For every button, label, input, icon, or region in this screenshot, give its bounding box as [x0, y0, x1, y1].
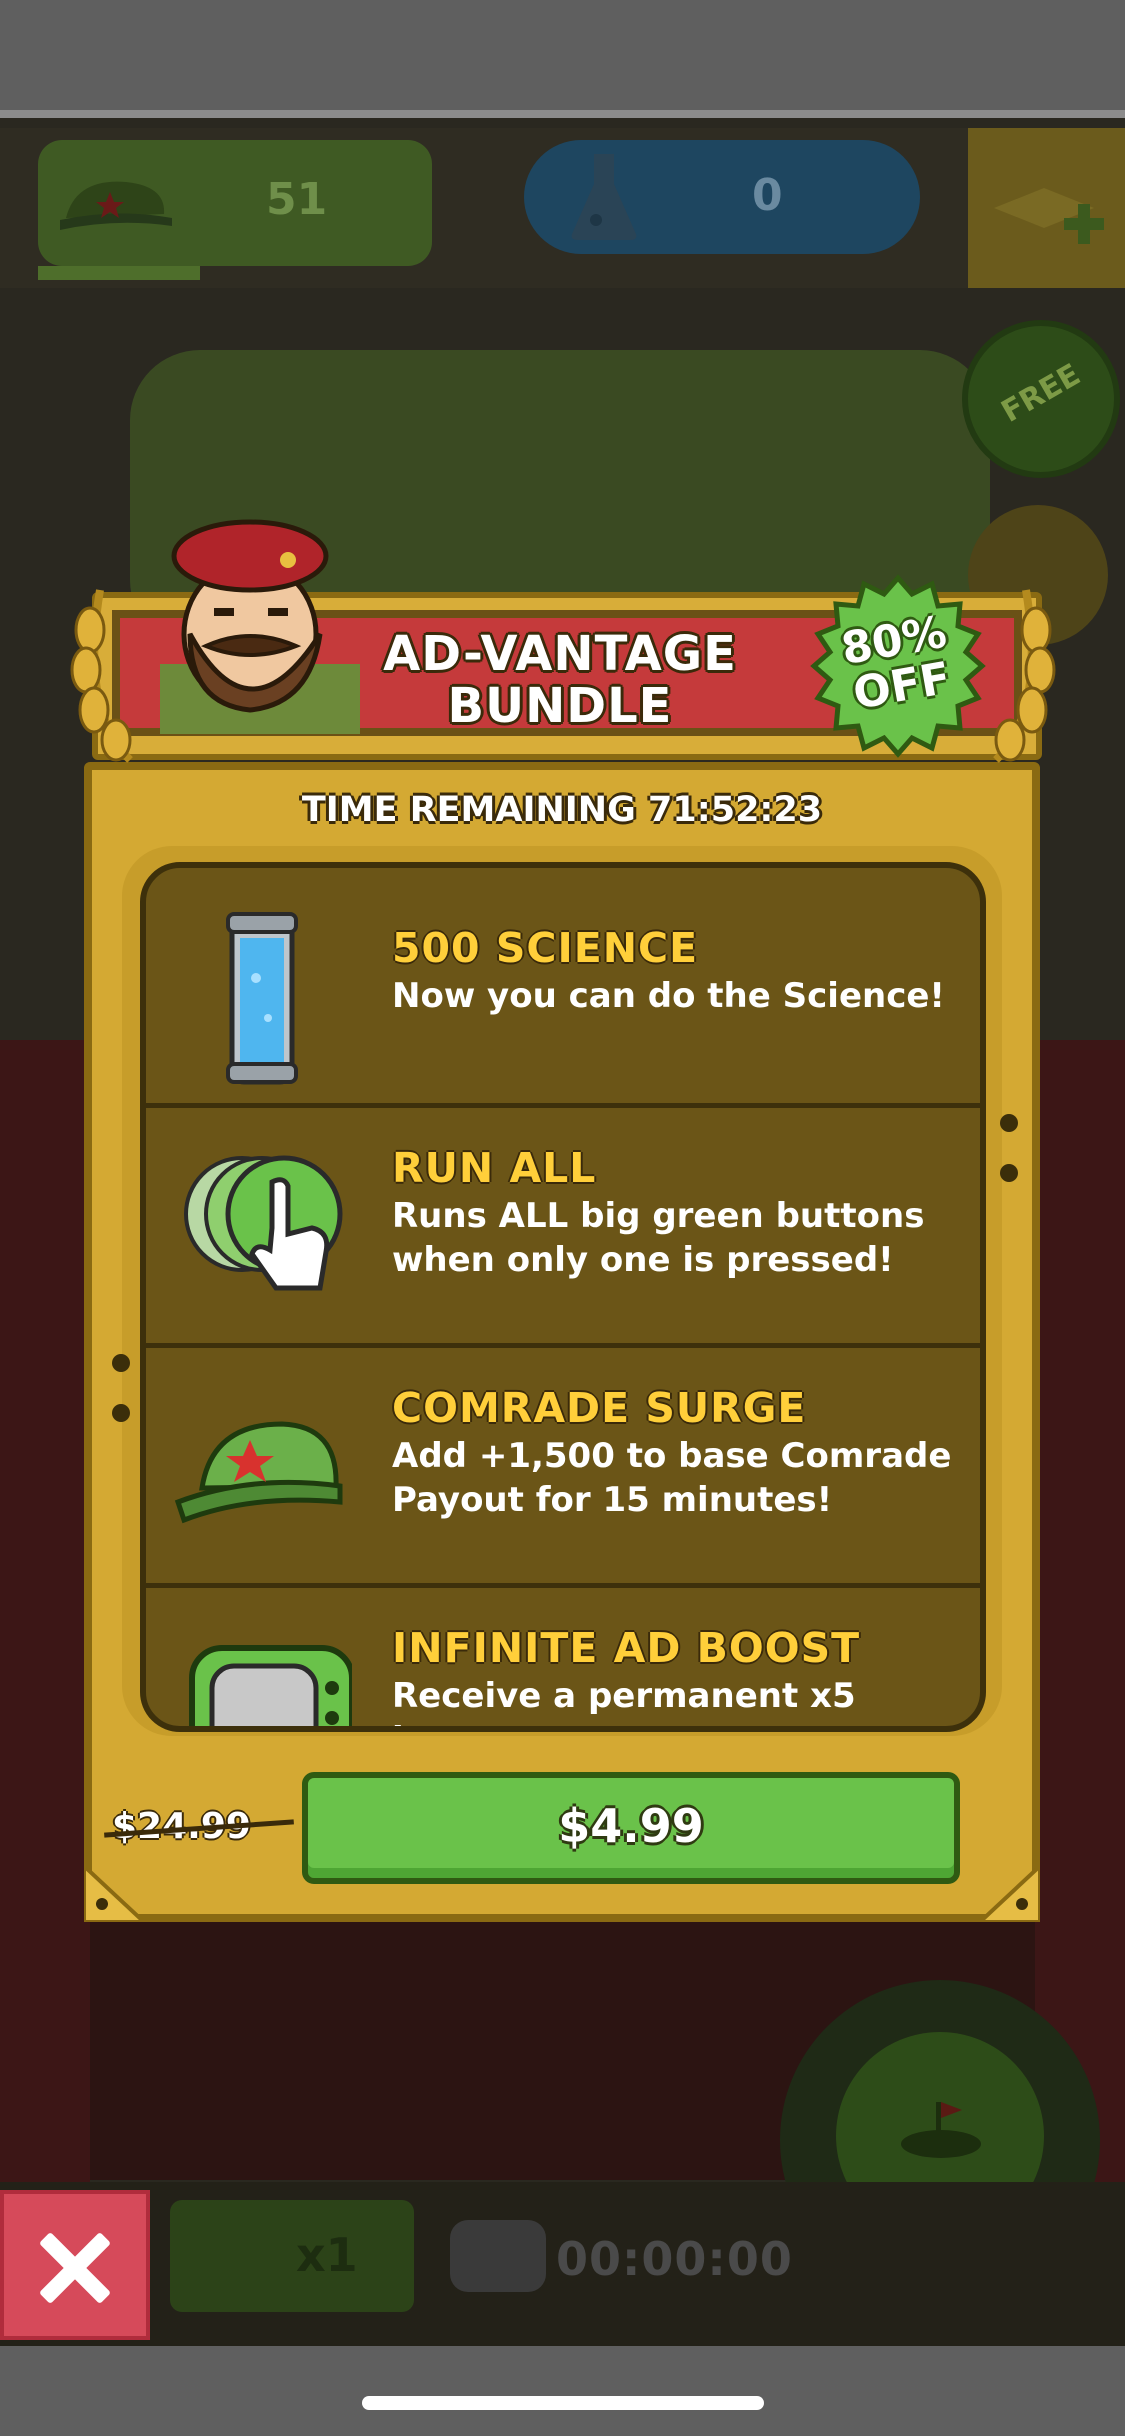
- item-description: Receive a permanent x5 boost to: [392, 1676, 856, 1726]
- comrade-cap-icon: [60, 181, 172, 230]
- list-item: RUN ALL Runs ALL big green buttons when …: [146, 1108, 980, 1348]
- item-title: INFINITE AD BOOST: [392, 1624, 861, 1672]
- background-panel-left: [0, 1040, 90, 2340]
- bundle-item-list[interactable]: 500 SCIENCE Now you can do the Science! …: [140, 862, 986, 1732]
- science-tube-icon: [226, 912, 298, 1085]
- ad-timer[interactable]: 00:00:00: [450, 2200, 792, 2312]
- multiplier-button[interactable]: x1: [170, 2200, 414, 2312]
- gold-bars-plus-icon: [994, 188, 1104, 244]
- item-title: 500 SCIENCE: [392, 924, 699, 972]
- item-description: Runs ALL big green buttons when only one…: [392, 1196, 925, 1280]
- ad-timer-value: 00:00:00: [556, 2232, 793, 2286]
- modal-corner-left: [84, 1866, 144, 1922]
- bolt: [1000, 1114, 1018, 1132]
- science-counter[interactable]: 0: [524, 140, 920, 254]
- science-value: 0: [752, 170, 783, 221]
- bolt: [112, 1404, 130, 1422]
- buy-button[interactable]: $4.99: [302, 1772, 960, 1884]
- bottom-bar: [0, 2346, 1125, 2436]
- item-title: RUN ALL: [392, 1144, 597, 1192]
- list-item: 500 SCIENCE Now you can do the Science!: [146, 868, 980, 1108]
- bolt: [1000, 1164, 1018, 1182]
- status-bar: [0, 0, 1125, 112]
- multiplier-label: x1: [296, 2228, 358, 2282]
- free-label: FREE: [995, 357, 1087, 430]
- modal-corner-right: [980, 1866, 1040, 1922]
- modal-title-line1: AD-VANTAGE: [383, 626, 737, 682]
- item-description: Now you can do the Science!: [392, 976, 945, 1016]
- run-all-buttons-icon: [184, 1155, 343, 1291]
- item-description: Add +1,500 to base Comrade Payout for 15…: [392, 1436, 952, 1520]
- comrades-counter[interactable]: 51: [38, 140, 432, 266]
- list-item: INFINITE AD BOOST Receive a permanent x5…: [146, 1588, 980, 1726]
- free-reward-button[interactable]: FREE: [962, 320, 1120, 478]
- home-indicator[interactable]: [362, 2396, 764, 2410]
- item-title: COMRADE SURGE: [392, 1384, 807, 1432]
- tv-icon: [189, 1645, 352, 1726]
- comrades-value: 51: [266, 174, 328, 225]
- island-flag-icon: [901, 2102, 981, 2158]
- list-item: COMRADE SURGE Add +1,500 to base Comrade…: [146, 1348, 980, 1588]
- status-divider: [0, 110, 1125, 118]
- comrade-cap-icon: [174, 1421, 343, 1524]
- modal-title-line2: BUNDLE: [447, 678, 673, 734]
- close-button[interactable]: [0, 2190, 150, 2340]
- flask-icon: [571, 154, 637, 240]
- time-remaining: TIME REMAINING 71:52:23: [301, 790, 823, 830]
- comrades-progress: [38, 266, 200, 280]
- bolt: [112, 1354, 130, 1372]
- tv-icon: [450, 2220, 546, 2292]
- gold-add-button[interactable]: [968, 128, 1125, 288]
- price-label: $4.99: [558, 1799, 704, 1853]
